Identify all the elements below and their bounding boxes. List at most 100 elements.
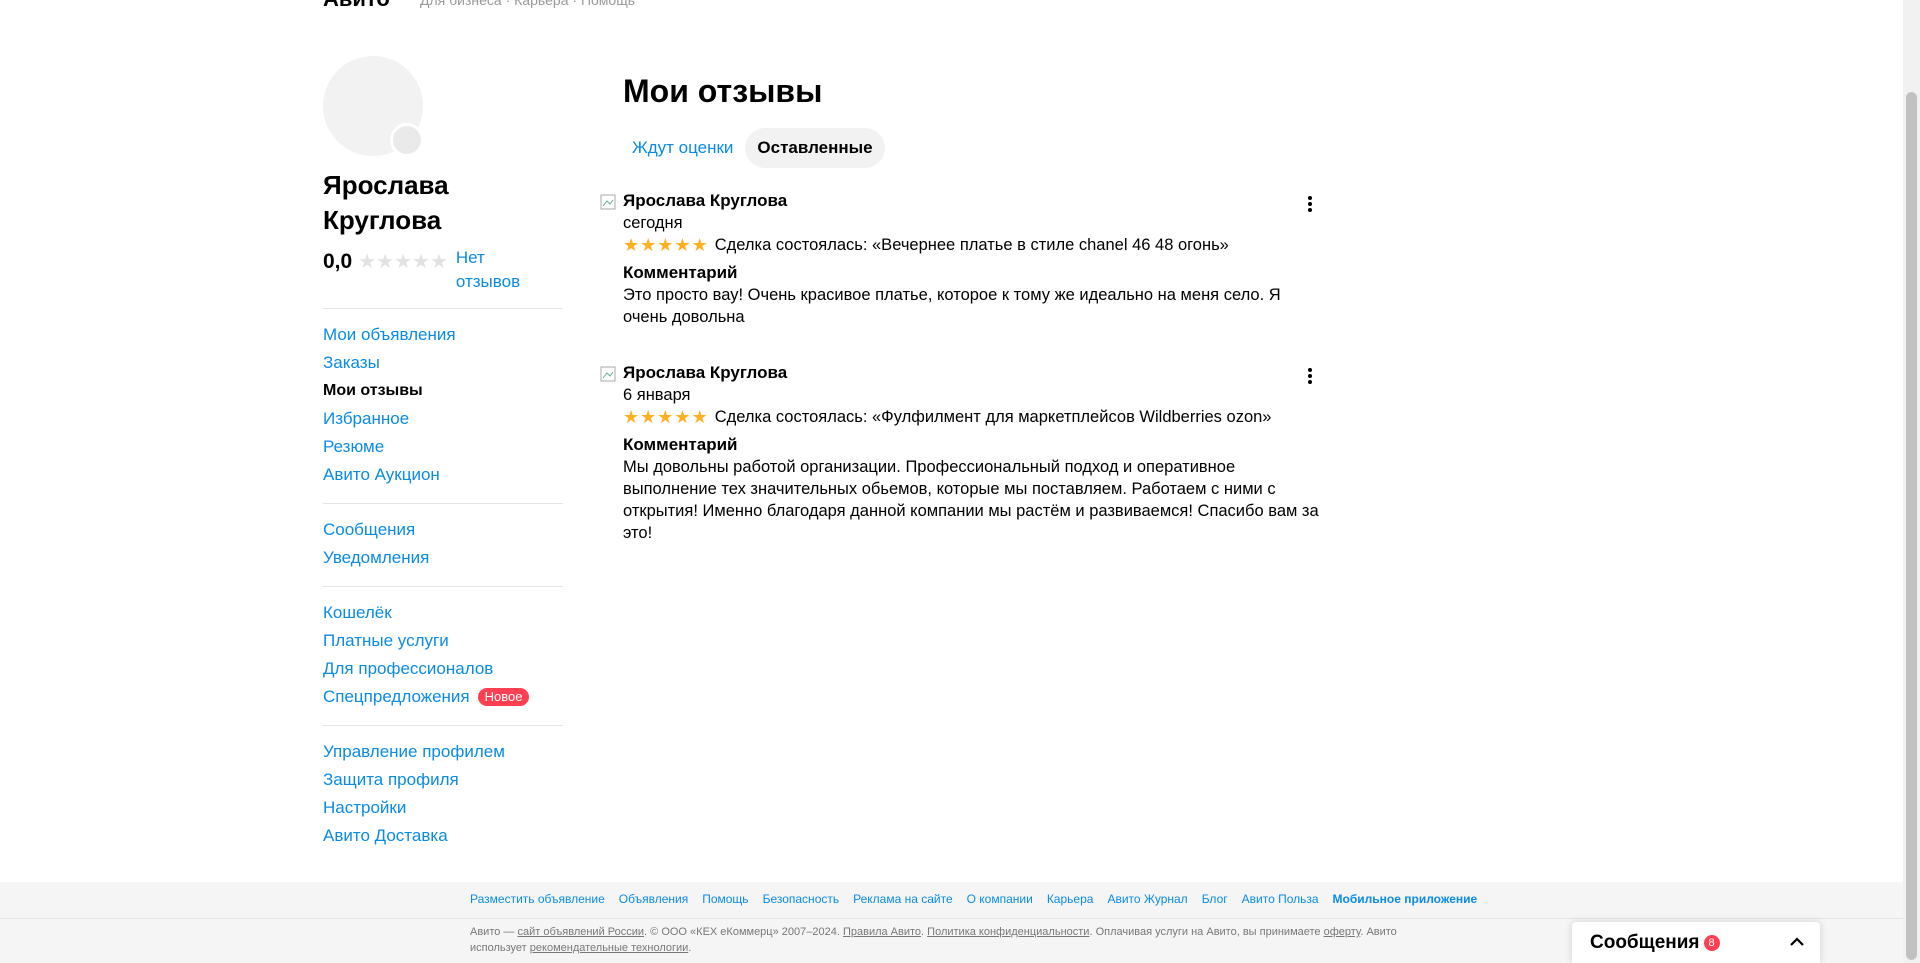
menu-for-pros[interactable]: Для профессионалов xyxy=(323,655,563,683)
menu-resume[interactable]: Резюме xyxy=(323,433,563,461)
tab-awaiting-rating[interactable]: Ждут оценки xyxy=(620,128,745,168)
star-icon: ★ xyxy=(674,235,691,255)
menu-special-offers[interactable]: Спецпредложения Новое xyxy=(323,683,563,711)
review-deal: Сделка состоялась: «Вечернее платье в ст… xyxy=(714,236,1229,254)
menu-special-offers-label: Спецпредложения xyxy=(323,687,470,706)
star-icon: ★ xyxy=(358,251,377,273)
avatar[interactable] xyxy=(323,56,424,157)
review-date: сегодня xyxy=(623,214,683,232)
review-author[interactable]: Ярослава Круглова xyxy=(623,190,1323,212)
review-card: Ярослава Круглова 6 января ★ ★ ★ ★ ★ Сде… xyxy=(600,362,1320,544)
footer-link[interactable]: Реклама на сайте xyxy=(853,892,953,906)
legal-text: . xyxy=(688,942,692,954)
review-author[interactable]: Ярослава Круглова xyxy=(623,362,1323,384)
more-vertical-icon[interactable] xyxy=(1300,194,1320,214)
page-title: Мои отзывы xyxy=(623,73,823,109)
footer-link[interactable]: Авито Польза xyxy=(1242,892,1319,906)
menu-paid-services[interactable]: Платные услуги xyxy=(323,627,563,655)
header: Авито Для бизнеса · Карьера · Помощь xyxy=(0,0,1903,12)
review-comment: Это просто вау! Очень красивое платье, к… xyxy=(623,286,1281,326)
divider xyxy=(323,503,563,504)
menu-my-reviews[interactable]: Мои отзывы xyxy=(323,377,563,405)
footer-link[interactable]: Помощь xyxy=(702,892,748,906)
legal-link[interactable]: Правила Авито xyxy=(843,926,921,938)
comment-label: Комментарий xyxy=(623,263,738,282)
star-icon: ★ xyxy=(657,407,674,427)
chevron-up-icon[interactable] xyxy=(1788,933,1806,956)
footer-links: Разместить объявление Объявления Помощь … xyxy=(470,892,1491,906)
star-icon: ★ xyxy=(412,251,430,273)
tab-left-reviews[interactable]: Оставленные xyxy=(745,128,885,168)
legal-link[interactable]: Политика конфиденциальности xyxy=(927,926,1089,938)
comment-label: Комментарий xyxy=(623,435,738,454)
menu-profile-protection[interactable]: Защита профиля xyxy=(323,766,563,794)
star-icon: ★ xyxy=(640,407,657,427)
review-deal: Сделка состоялась: «Фулфилмент для марке… xyxy=(714,408,1272,426)
broken-image-icon xyxy=(600,194,616,210)
footer-mobile-app-link[interactable]: Мобильное приложение xyxy=(1333,892,1478,906)
footer-link[interactable]: О компании xyxy=(967,892,1033,906)
footer-link[interactable]: Авито Журнал xyxy=(1107,892,1187,906)
review-tabs: Ждут оценки Оставленные xyxy=(620,128,1323,168)
review-date: 6 января xyxy=(623,386,691,404)
star-icon: ★ xyxy=(429,251,448,273)
star-icon: ★ xyxy=(674,407,691,427)
footer-link[interactable]: Объявления xyxy=(619,892,688,906)
star-icon: ★ xyxy=(623,407,640,427)
star-icon: ★ xyxy=(640,235,657,255)
header-nav[interactable]: Для бизнеса · Карьера · Помощь xyxy=(420,0,635,8)
divider xyxy=(323,725,563,726)
menu-settings[interactable]: Настройки xyxy=(323,794,563,822)
legal-link[interactable]: рекомендательные технологии xyxy=(530,942,689,954)
star-icon: ★ xyxy=(623,235,640,255)
legal-text: . Оплачивая услуги на Авито, вы принимае… xyxy=(1089,926,1324,938)
star-icon: ★ xyxy=(691,235,708,255)
menu-notifications[interactable]: Уведомления xyxy=(323,544,563,572)
rating-row: 0,0 ★ ★ ★ ★ ★ Нет отзывов xyxy=(323,246,563,294)
avito-logo[interactable]: Авито xyxy=(323,0,390,12)
legal-link[interactable]: сайт объявлений России xyxy=(517,926,644,938)
review-card: Ярослава Круглова сегодня ★ ★ ★ ★ ★ Сдел… xyxy=(600,190,1320,328)
menu-wallet[interactable]: Кошелёк xyxy=(323,599,563,627)
legal-link[interactable]: оферту xyxy=(1324,926,1361,938)
divider xyxy=(0,918,1903,919)
star-icon: ★ xyxy=(394,251,413,273)
divider xyxy=(323,586,563,587)
messenger-widget[interactable]: Сообщения 8 xyxy=(1572,922,1820,963)
rating-value: 0,0 xyxy=(323,250,353,273)
main-content: Мои отзывы Ждут оценки Оставленные xyxy=(623,70,1323,168)
legal-text: . © ООО «КЕХ еКоммерц» 2007–2024. xyxy=(644,926,843,938)
profile-sidebar: Ярослава Круглова 0,0 ★ ★ ★ ★ ★ Нет отзы… xyxy=(323,56,563,850)
footer-link[interactable]: Безопасность xyxy=(763,892,840,906)
profile-name: Ярослава Круглова xyxy=(323,170,449,235)
review-rating: ★ ★ ★ ★ ★ Сделка состоялась: «Фулфилмент… xyxy=(623,406,1323,428)
menu-messages[interactable]: Сообщения xyxy=(323,516,563,544)
footer-link[interactable]: Разместить объявление xyxy=(470,892,605,906)
menu-auction[interactable]: Авито Аукцион xyxy=(323,461,563,489)
review-rating: ★ ★ ★ ★ ★ Сделка состоялась: «Вечернее п… xyxy=(623,234,1323,256)
star-icon: ★ xyxy=(376,251,395,273)
scrollbar-thumb[interactable] xyxy=(1906,92,1917,960)
messenger-title: Сообщения xyxy=(1590,931,1700,953)
footer-link[interactable]: Карьера xyxy=(1047,892,1094,906)
scrollbar[interactable] xyxy=(1903,0,1920,963)
menu-my-ads[interactable]: Мои объявления xyxy=(323,321,563,349)
rating-stars: ★ ★ ★ ★ ★ xyxy=(358,251,448,273)
footer-legal: Авито — сайт объявлений России. © ООО «К… xyxy=(470,924,1420,956)
star-icon: ★ xyxy=(691,407,708,427)
no-reviews-link[interactable]: Нет отзывов xyxy=(456,246,536,294)
divider xyxy=(323,308,563,309)
broken-image-icon xyxy=(600,366,616,382)
more-vertical-icon[interactable] xyxy=(1300,366,1320,386)
review-comment: Мы довольны работой организации. Професс… xyxy=(623,458,1319,542)
menu-profile-management[interactable]: Управление профилем xyxy=(323,738,563,766)
menu-orders[interactable]: Заказы xyxy=(323,349,563,377)
footer-link[interactable]: Блог xyxy=(1202,892,1228,906)
messenger-count-badge: 8 xyxy=(1703,934,1720,951)
star-icon: ★ xyxy=(657,235,674,255)
menu-favorites[interactable]: Избранное xyxy=(323,405,563,433)
legal-text: Авито — xyxy=(470,926,518,938)
avatar-upload-badge[interactable] xyxy=(390,123,424,157)
new-badge: Новое xyxy=(477,688,530,706)
menu-avito-delivery[interactable]: Авито Доставка xyxy=(323,822,563,850)
